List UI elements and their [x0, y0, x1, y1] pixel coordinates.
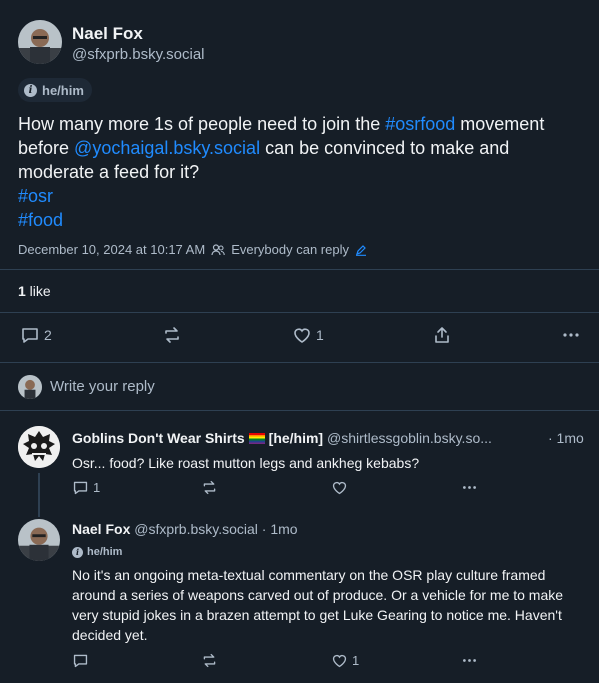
- thread-line: [38, 509, 40, 517]
- pronouns-badge: i he/him: [18, 78, 92, 102]
- mention-link[interactable]: @yochaigal.bsky.social: [74, 138, 260, 158]
- reply-icon: [22, 328, 38, 343]
- likes-summary[interactable]: 1 like: [18, 283, 51, 299]
- reply-item[interactable]: Goblins Don't Wear Shirts [he/him] @shirt…: [0, 411, 599, 509]
- post-meta: December 10, 2024 at 10:17 AM Everybody …: [18, 242, 367, 257]
- like-button[interactable]: 1: [292, 325, 324, 345]
- like-count: 1: [352, 653, 360, 668]
- reply-author[interactable]: Goblins Don't Wear Shirts [he/him] @shirt…: [72, 430, 492, 446]
- reply-button[interactable]: 1: [72, 479, 100, 496]
- main-post: Nael Fox @sfxprb.bsky.social i he/him Ho…: [0, 0, 599, 362]
- post-text: How many more 1s of people need to join …: [18, 112, 578, 232]
- pronouns-label: he/him: [87, 546, 123, 558]
- more-options-button[interactable]: [561, 325, 581, 345]
- reply-handle[interactable]: @sfxprb.bsky.social: [134, 521, 258, 537]
- pronouns-badge: i he/him: [72, 546, 122, 558]
- reply-time[interactable]: · 1mo: [262, 521, 298, 537]
- rainbow-flag-icon: [248, 433, 265, 444]
- reply-author-extra: [he/him]: [268, 430, 324, 446]
- repost-button[interactable]: [162, 325, 182, 345]
- reply-button[interactable]: 2: [20, 325, 52, 345]
- reply-time[interactable]: · 1mo: [548, 430, 584, 446]
- people-icon: [211, 243, 225, 255]
- share-icon: [435, 327, 449, 343]
- hashtag-link[interactable]: #osr: [18, 186, 53, 206]
- reply-setting: Everybody can reply: [231, 242, 349, 257]
- repost-icon: [203, 653, 216, 668]
- hashtag-link[interactable]: #osrfood: [385, 114, 455, 134]
- reply-button[interactable]: [72, 652, 89, 669]
- reply-author-name[interactable]: Nael Fox: [72, 521, 130, 537]
- info-icon: i: [72, 546, 83, 558]
- author-avatar[interactable]: [18, 20, 62, 64]
- repost-icon: [203, 480, 216, 495]
- more-icon: [463, 486, 476, 489]
- info-icon: i: [24, 83, 37, 97]
- reply-item[interactable]: Nael Fox @sfxprb.bsky.social · 1mo i he/…: [0, 509, 599, 683]
- like-action-count: 1: [316, 327, 324, 343]
- author-name[interactable]: Nael Fox: [72, 24, 143, 44]
- pronouns-label: he/him: [42, 82, 84, 98]
- more-options-button[interactable]: [461, 652, 478, 669]
- share-button[interactable]: [432, 325, 452, 345]
- heart-icon: [294, 328, 310, 343]
- like-label: like: [25, 283, 51, 299]
- repost-icon: [165, 327, 179, 343]
- reply-handle[interactable]: @shirtlessgoblin.bsky.so...: [327, 430, 492, 446]
- reply-text: No it's an ongoing meta-textual commenta…: [72, 567, 564, 643]
- divider: [0, 312, 599, 313]
- more-icon: [463, 659, 476, 662]
- divider: [0, 269, 599, 270]
- hashtag-link[interactable]: #food: [18, 210, 63, 230]
- reply-text: Osr... food? Like roast mutton legs and …: [72, 455, 420, 471]
- reply-count: 1: [93, 480, 101, 495]
- thread-line: [38, 473, 40, 509]
- like-button[interactable]: [331, 479, 348, 496]
- edit-icon[interactable]: [355, 244, 367, 256]
- heart-icon: [332, 481, 347, 495]
- reply-icon: [73, 654, 88, 668]
- timestamp[interactable]: December 10, 2024 at 10:17 AM: [18, 242, 205, 257]
- repost-button[interactable]: [201, 479, 218, 496]
- reply-icon: [73, 481, 88, 495]
- reply-composer[interactable]: Write your reply: [0, 362, 599, 410]
- author-handle[interactable]: @sfxprb.bsky.social: [72, 46, 205, 63]
- reply-placeholder[interactable]: Write your reply: [50, 378, 155, 395]
- my-avatar: [18, 375, 42, 399]
- repost-button[interactable]: [201, 652, 218, 669]
- reply-author[interactable]: Nael Fox @sfxprb.bsky.social · 1mo: [72, 521, 298, 537]
- more-icon: [563, 333, 579, 337]
- like-count: 1: [18, 283, 26, 299]
- reply-author-name[interactable]: Goblins Don't Wear Shirts: [72, 430, 245, 446]
- post-text-part: How many more 1s of people need to join …: [18, 114, 386, 134]
- heart-icon: [332, 654, 347, 668]
- more-options-button[interactable]: [461, 479, 478, 496]
- like-button[interactable]: 1: [331, 652, 359, 669]
- author-avatar[interactable]: [18, 519, 60, 561]
- reply-count: 2: [44, 327, 52, 343]
- goblin-avatar[interactable]: [18, 426, 60, 468]
